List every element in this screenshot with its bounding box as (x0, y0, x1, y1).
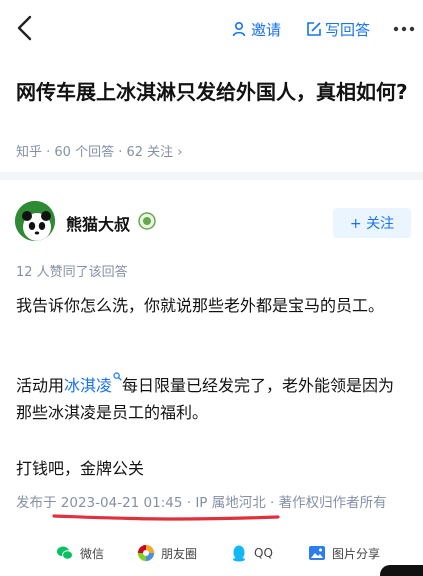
corner-overlay (380, 565, 423, 576)
verified-badge-icon (138, 212, 156, 230)
wechat-icon (57, 546, 73, 560)
follow-button[interactable]: + 关注 (333, 208, 411, 238)
invite-label: 邀请 (251, 20, 282, 39)
search-icon (113, 372, 122, 381)
publish-info: 发布于 2023-04-21 01:45 · IP 属地河北 · 著作权归作者所… (16, 495, 387, 511)
red-underline-annotation (52, 514, 280, 521)
write-answer-label: 写回答 (325, 20, 371, 39)
write-answer-button[interactable]: 写回答 (306, 18, 370, 40)
invite-button[interactable]: 邀请 (232, 18, 281, 40)
moments-icon (137, 544, 155, 562)
share-bar: 微信 朋友圈 QQ 图片分享 (0, 532, 423, 576)
share-label: QQ (254, 546, 273, 560)
more-options-icon[interactable] (392, 19, 416, 39)
top-bar: 邀请 写回答 (0, 0, 423, 58)
edit-icon (307, 22, 321, 36)
share-label: 图片分享 (332, 546, 381, 561)
answer-paragraph-1: 我告诉你怎么洗，你就说那些老外都是宝马的员工。 (16, 296, 385, 315)
share-wechat[interactable]: 微信 (56, 542, 104, 564)
agree-count: 12 人赞同了该回答 (16, 265, 128, 280)
share-label: 朋友圈 (161, 546, 198, 561)
question-title[interactable]: 网传车展上冰淇淋只发给外国人，真相如何? (16, 78, 408, 107)
answer-paragraph-2: 活动用冰淇凌 每日限量已经发完了，老外能领是因为那些冰淇凌是员工的福利。 (16, 372, 408, 426)
person-add-icon (232, 21, 246, 37)
image-share-icon (309, 546, 325, 560)
qq-icon (233, 545, 245, 562)
share-qq[interactable]: QQ (230, 542, 273, 564)
section-divider (0, 172, 423, 180)
share-label: 微信 (80, 546, 105, 561)
back-arrow-icon[interactable] (14, 14, 36, 42)
share-moments[interactable]: 朋友圈 (137, 542, 197, 564)
paragraph-text: 活动用 (16, 376, 65, 395)
share-image[interactable]: 图片分享 (308, 542, 380, 564)
answer-paragraph-3: 打钱吧，金牌公关 (16, 459, 145, 478)
author-name[interactable]: 熊猫大叔 (66, 211, 130, 235)
question-meta[interactable]: 知乎 · 60 个回答 · 62 关注 › (16, 141, 182, 160)
panda-avatar-icon (15, 201, 55, 241)
ice-cream-search-link[interactable]: 冰淇凌 (64, 376, 112, 395)
avatar[interactable] (15, 201, 55, 241)
